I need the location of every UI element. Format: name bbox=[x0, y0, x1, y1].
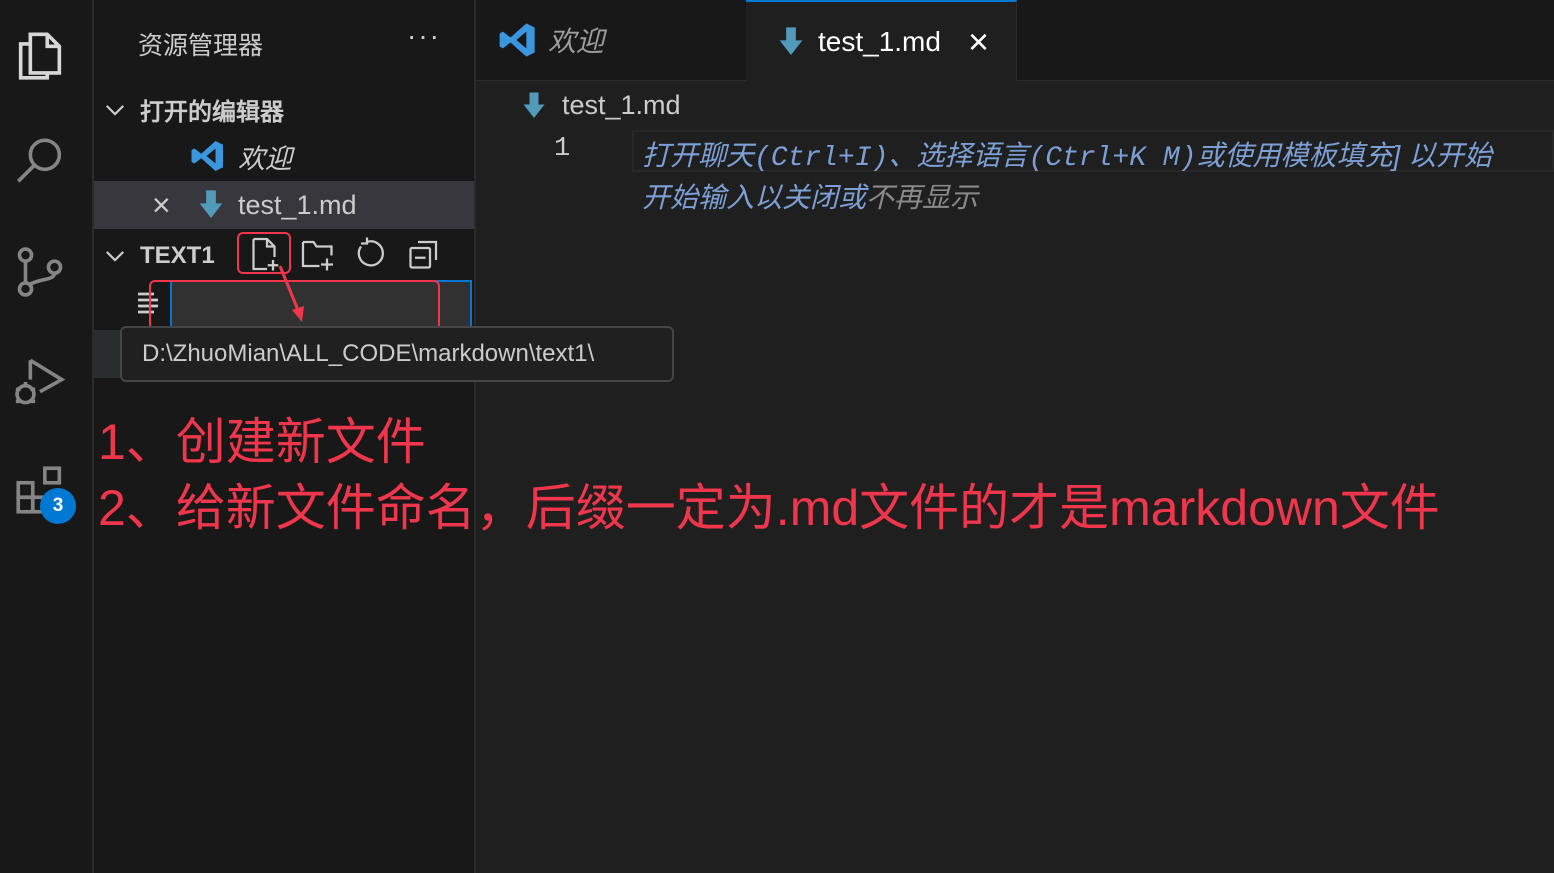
hint-start-typing: 开始输入以关闭或 bbox=[642, 182, 867, 213]
open-editor-label: test_1.md bbox=[238, 189, 357, 220]
tab-label: test_1.md bbox=[818, 26, 941, 57]
hint-select-language[interactable]: 、选择语言 bbox=[888, 140, 1028, 171]
collapse-all-icon[interactable] bbox=[406, 236, 442, 272]
hint-dont-show[interactable]: 不再显示 bbox=[866, 182, 978, 213]
markdown-icon bbox=[779, 27, 803, 55]
editor-hint-line2: 开始输入以关闭或不再显示 bbox=[642, 176, 978, 216]
run-debug-icon[interactable] bbox=[8, 350, 72, 414]
folder-label: TEXT1 bbox=[140, 242, 215, 269]
hint-template[interactable]: 或使用模板填充] 以开始 bbox=[1196, 140, 1492, 171]
markdown-icon bbox=[199, 190, 223, 218]
open-editor-item-test[interactable]: × test_1.md bbox=[94, 181, 474, 229]
explorer-icon[interactable] bbox=[8, 24, 72, 88]
line-number: 1 bbox=[554, 134, 571, 164]
chevron-down-icon bbox=[105, 251, 125, 262]
vscode-logo-icon bbox=[499, 23, 535, 57]
vscode-logo-icon bbox=[191, 141, 223, 171]
open-editors-label: 打开的编辑器 bbox=[140, 99, 284, 126]
annotation-arrow bbox=[278, 265, 304, 322]
sidebar-title: 资源管理器 bbox=[138, 32, 264, 60]
folder-path-tooltip: D:\ZhuoMian\ALL_CODE\markdown\text1\ bbox=[120, 326, 674, 382]
close-icon[interactable]: × bbox=[968, 21, 989, 63]
editor-hint-line1[interactable]: 打开聊天(Ctrl+I)、选择语言(Ctrl+K M)或使用模板填充] 以开始 bbox=[642, 134, 1492, 174]
close-icon[interactable]: × bbox=[152, 187, 171, 224]
open-editors-header[interactable]: 打开的编辑器 bbox=[104, 92, 284, 127]
tab-test-md[interactable]: test_1.md × bbox=[746, 0, 1017, 82]
open-editor-item-welcome[interactable]: 欢迎 bbox=[94, 132, 474, 180]
hint-shortcut: (Ctrl+I) bbox=[754, 143, 889, 174]
source-control-icon[interactable] bbox=[8, 240, 72, 304]
tab-label: 欢迎 bbox=[548, 26, 605, 57]
chevron-down-icon bbox=[105, 104, 125, 116]
extensions-badge: 3 bbox=[40, 488, 76, 524]
hint-open-chat[interactable]: 打开聊天 bbox=[642, 140, 754, 171]
refresh-icon[interactable] bbox=[352, 236, 388, 272]
activity-bar: 3 bbox=[0, 0, 94, 873]
tab-bar: 欢迎 test_1.md × bbox=[476, 0, 1554, 82]
markdown-icon bbox=[523, 92, 545, 118]
open-editor-label: 欢迎 bbox=[238, 143, 292, 174]
tab-welcome[interactable]: 欢迎 bbox=[476, 0, 747, 80]
folder-header[interactable]: TEXT1 bbox=[104, 242, 215, 270]
annotation-step1: 1、创建新文件 bbox=[98, 414, 426, 470]
breadcrumb[interactable]: test_1.md bbox=[522, 90, 681, 121]
breadcrumb-file: test_1.md bbox=[562, 90, 681, 120]
hint-shortcut: (Ctrl+K M) bbox=[1028, 143, 1197, 174]
annotation-step2: 2、给新文件命名，后缀一定为.md文件的才是markdown文件 bbox=[98, 480, 1440, 536]
more-actions-icon[interactable]: ··· bbox=[407, 22, 441, 50]
search-icon[interactable] bbox=[8, 130, 72, 194]
